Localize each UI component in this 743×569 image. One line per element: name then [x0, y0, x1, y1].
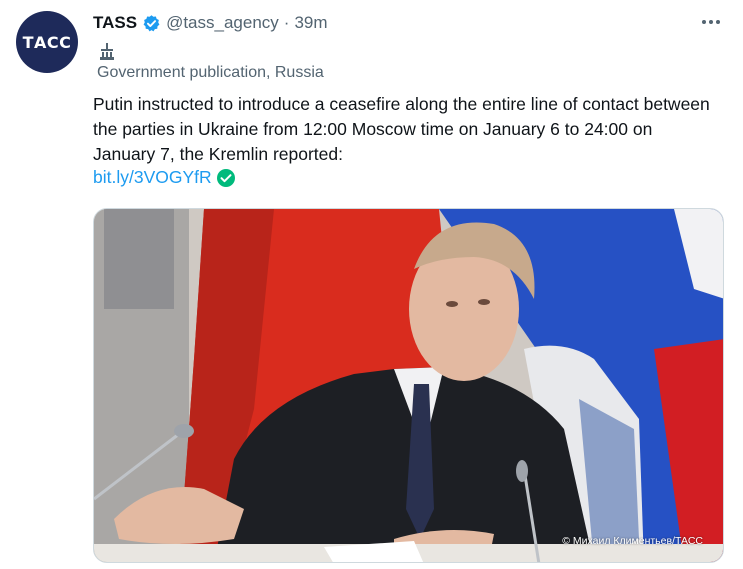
- tweet-link[interactable]: bit.ly/3VOGYfR: [93, 167, 212, 188]
- photo-credit: © Михаил Климентьев/ТАСС: [562, 535, 703, 547]
- author-name[interactable]: TASS: [93, 13, 137, 33]
- government-building-icon: [100, 43, 114, 60]
- avatar[interactable]: ТАСС: [16, 11, 78, 73]
- tweet: ТАСС TASS @tass_agency · 39m Government …: [0, 0, 743, 569]
- link-row: bit.ly/3VOGYfR: [93, 167, 236, 188]
- verified-badge-icon: [143, 14, 160, 31]
- avatar-text: ТАСС: [22, 32, 72, 52]
- separator-dot: ·: [283, 13, 290, 32]
- timestamp[interactable]: 39m: [294, 13, 327, 33]
- tweet-text: Putin instructed to introduce a ceasefir…: [93, 94, 710, 164]
- tweet-photo[interactable]: © Михаил Климентьев/ТАСС: [93, 208, 724, 563]
- more-options-icon[interactable]: [699, 12, 723, 32]
- photo-illustration: [94, 209, 723, 562]
- author-handle[interactable]: @tass_agency: [166, 13, 279, 33]
- tweet-header: TASS @tass_agency · 39m: [93, 12, 328, 34]
- check-circle-icon: [216, 168, 235, 187]
- government-label[interactable]: Government publication, Russia: [97, 64, 324, 82]
